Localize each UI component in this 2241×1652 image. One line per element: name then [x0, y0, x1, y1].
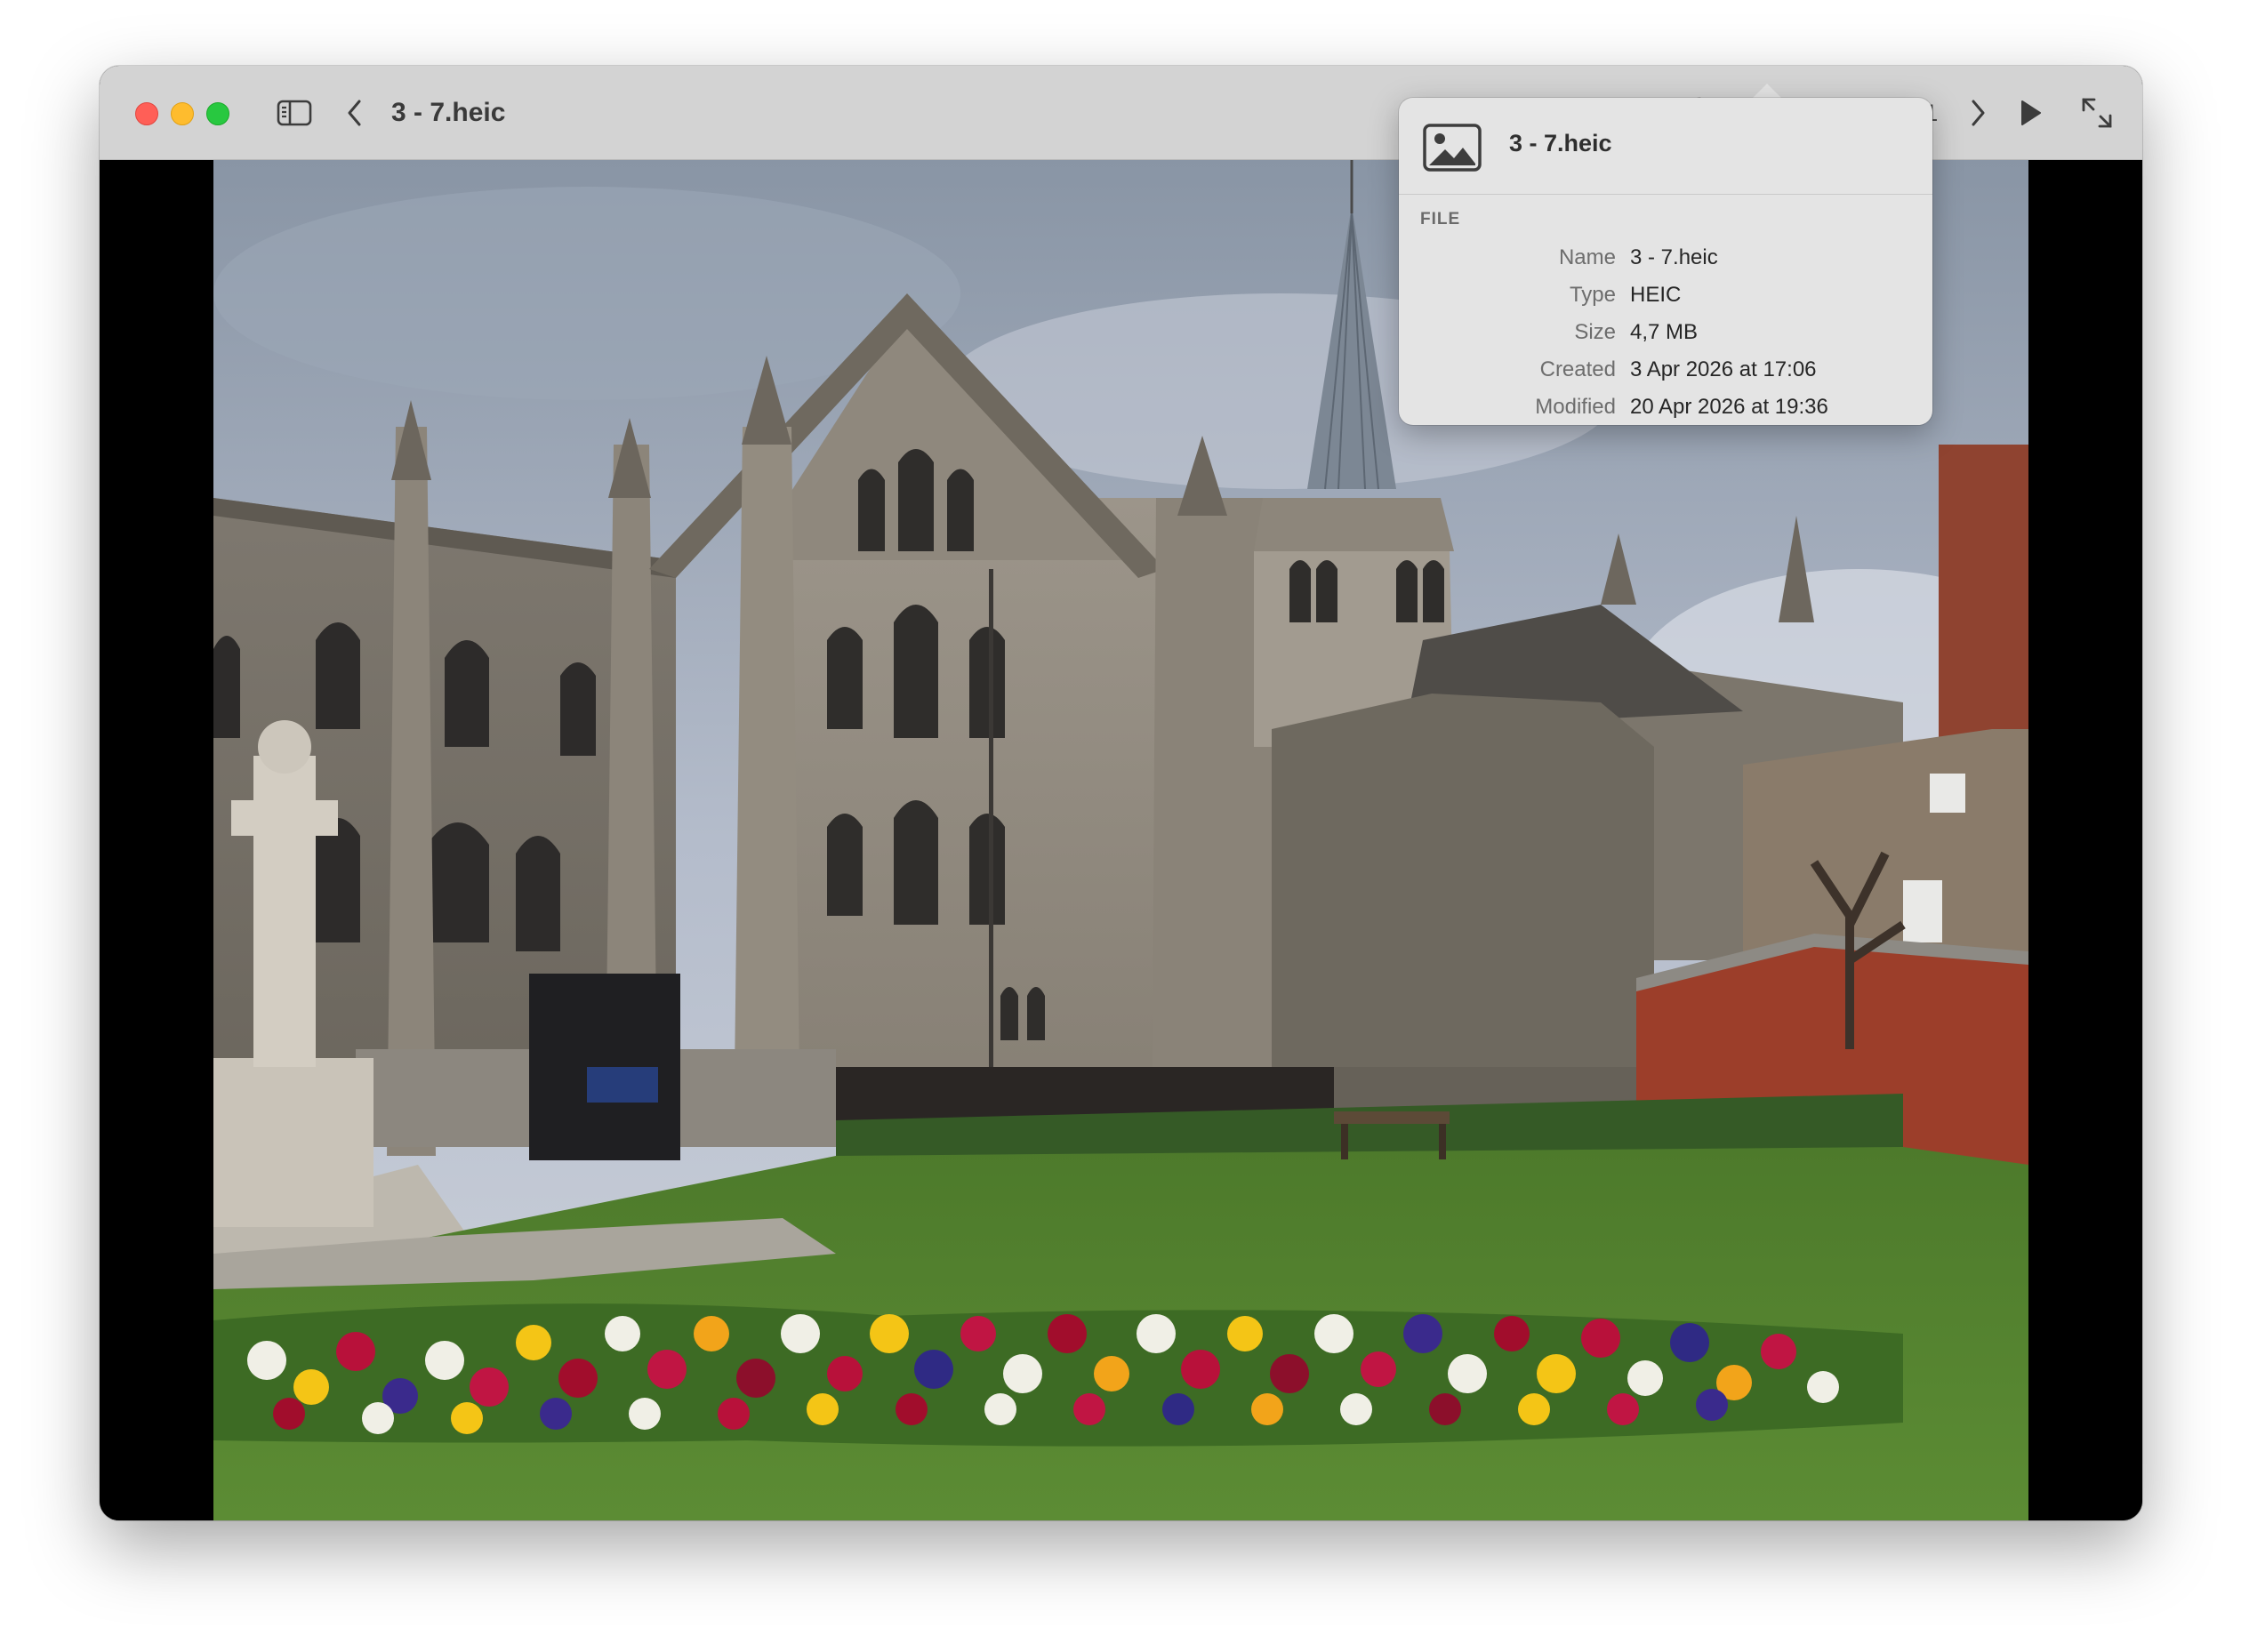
info-key: Created	[1539, 357, 1616, 381]
info-value: HEIC	[1630, 283, 1682, 307]
window-title: 3 - 7.heic	[391, 98, 506, 127]
fullscreen-icon[interactable]	[2077, 94, 2116, 132]
info-value: 4,7 MB	[1630, 320, 1699, 344]
info-value: 3 - 7.heic	[1630, 245, 1718, 269]
info-key: Type	[1569, 283, 1616, 307]
info-key: Size	[1574, 320, 1616, 344]
image-file-icon	[1422, 123, 1482, 177]
play-icon[interactable]	[2014, 94, 2046, 132]
info-value: 3 Apr 2026 at 17:06	[1630, 357, 1817, 381]
info-popover: 3 - 7.heic FILE Name 3 - 7.heic Type HEI…	[1399, 98, 1932, 425]
popover-header: 3 - 7.heic	[1399, 98, 1932, 195]
section-label: FILE	[1420, 210, 1461, 229]
info-key: Name	[1558, 245, 1616, 269]
minimize-button[interactable]	[171, 102, 194, 125]
popover-title: 3 - 7.heic	[1509, 130, 1612, 156]
info-row-size: Size 4,7 MB	[1399, 315, 1932, 352]
info-value: 20 Apr 2026 at 19:36	[1630, 395, 1828, 419]
popover-arrow	[1752, 84, 1782, 99]
zoom-button[interactable]	[206, 102, 229, 125]
info-key: Modified	[1535, 395, 1616, 419]
info-row-name: Name 3 - 7.heic	[1399, 240, 1932, 277]
info-rows: Name 3 - 7.heic Type HEIC Size 4,7 MB Cr…	[1399, 240, 1932, 427]
back-chevron-icon[interactable]	[341, 94, 368, 132]
close-button[interactable]	[135, 102, 158, 125]
info-row-modified: Modified 20 Apr 2026 at 19:36	[1399, 389, 1932, 427]
info-row-type: Type HEIC	[1399, 277, 1932, 315]
next-icon[interactable]	[1964, 94, 1991, 132]
sidebar-toggle-icon[interactable]	[274, 94, 315, 132]
info-row-created: Created 3 Apr 2026 at 17:06	[1399, 352, 1932, 389]
